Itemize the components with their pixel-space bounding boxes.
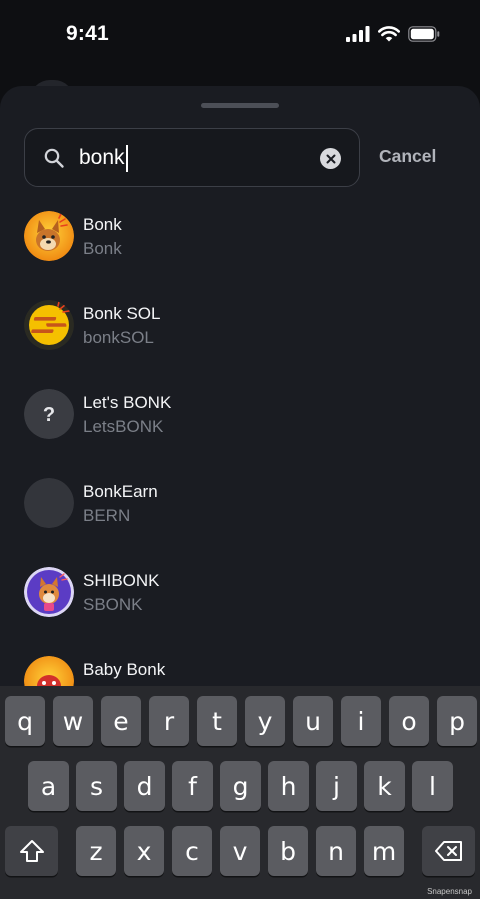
- clear-search-button[interactable]: [320, 148, 341, 169]
- token-symbol: bonkSOL: [83, 328, 154, 347]
- key-k[interactable]: k: [364, 761, 405, 811]
- key-l[interactable]: l: [412, 761, 453, 811]
- token-name: Bonk SOL: [83, 304, 161, 323]
- key-v[interactable]: v: [220, 826, 260, 876]
- delete-key[interactable]: [422, 826, 475, 876]
- key-x[interactable]: x: [124, 826, 164, 876]
- token-results-list: Bonk Bonk Bonk SOL bonkSOL ? Let's BONK …: [0, 202, 480, 736]
- battery-icon: [408, 26, 440, 42]
- question-mark-logo-icon: ?: [24, 389, 74, 439]
- key-z[interactable]: z: [76, 826, 116, 876]
- list-item[interactable]: ? Let's BONK LetsBONK: [0, 380, 480, 469]
- key-j[interactable]: j: [316, 761, 357, 811]
- key-f[interactable]: f: [172, 761, 213, 811]
- key-y[interactable]: y: [245, 696, 285, 746]
- token-name: Baby Bonk: [83, 660, 166, 679]
- blank-logo-icon: [24, 478, 74, 528]
- status-time: 9:41: [66, 22, 109, 45]
- key-i[interactable]: i: [341, 696, 381, 746]
- key-b[interactable]: b: [268, 826, 308, 876]
- key-g[interactable]: g: [220, 761, 261, 811]
- key-d[interactable]: d: [124, 761, 165, 811]
- bonk-dog-logo-icon: [24, 211, 74, 261]
- key-o[interactable]: o: [389, 696, 429, 746]
- key-u[interactable]: u: [293, 696, 333, 746]
- list-item[interactable]: Bonk Bonk: [0, 202, 480, 291]
- key-s[interactable]: s: [76, 761, 117, 811]
- search-query: bonk: [79, 146, 125, 169]
- keyboard: qwertyuiop asdfghjkl zxcvbnm Snapensnap: [0, 686, 480, 899]
- token-symbol: LetsBONK: [83, 417, 164, 436]
- token-name: BonkEarn: [83, 482, 158, 501]
- shift-arrow-icon: [19, 840, 44, 862]
- key-p[interactable]: p: [437, 696, 477, 746]
- wifi-icon: [378, 26, 400, 42]
- svg-text:?: ?: [43, 404, 55, 426]
- close-icon: [326, 154, 335, 163]
- search-query-wrap: bonk: [79, 144, 128, 172]
- search-input[interactable]: bonk: [24, 128, 360, 187]
- watermark: Snapensnap: [427, 887, 472, 896]
- key-t[interactable]: t: [197, 696, 237, 746]
- token-name: Bonk: [83, 215, 122, 234]
- sheet-grabber[interactable]: [201, 103, 279, 108]
- key-a[interactable]: a: [28, 761, 69, 811]
- key-q[interactable]: q: [5, 696, 45, 746]
- list-item[interactable]: BonkEarn BERN: [0, 469, 480, 558]
- key-h[interactable]: h: [268, 761, 309, 811]
- token-symbol: SBONK: [83, 595, 143, 614]
- shift-key[interactable]: [5, 826, 58, 876]
- token-symbol: BERN: [83, 506, 131, 525]
- search-icon: [44, 148, 64, 168]
- key-m[interactable]: m: [364, 826, 404, 876]
- key-c[interactable]: c: [172, 826, 212, 876]
- list-item[interactable]: Bonk SOL bonkSOL: [0, 291, 480, 380]
- token-symbol: Bonk: [83, 239, 122, 258]
- list-item[interactable]: SHIBONK SBONK: [0, 558, 480, 647]
- shibonk-logo-icon: [24, 567, 74, 617]
- backspace-icon: [434, 841, 462, 861]
- key-w[interactable]: w: [53, 696, 93, 746]
- cancel-button[interactable]: Cancel: [379, 146, 436, 167]
- key-n[interactable]: n: [316, 826, 356, 876]
- text-caret: [125, 144, 128, 172]
- token-name: SHIBONK: [83, 571, 160, 590]
- cellular-signal-icon: [346, 26, 370, 42]
- status-icons: [346, 26, 440, 42]
- key-e[interactable]: e: [101, 696, 141, 746]
- token-name: Let's BONK: [83, 393, 172, 412]
- bonksol-logo-icon: [24, 300, 74, 350]
- status-bar: 9:41: [0, 0, 480, 72]
- key-r[interactable]: r: [149, 696, 189, 746]
